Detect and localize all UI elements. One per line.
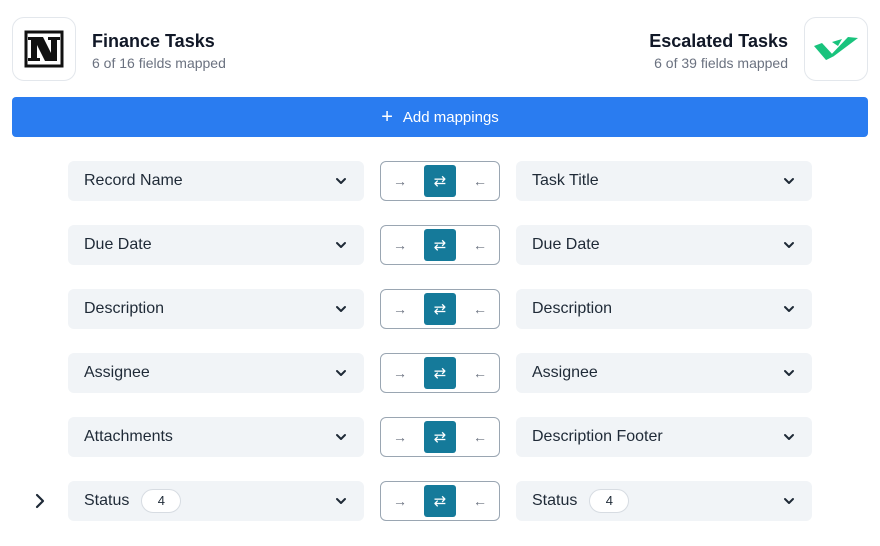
arrow-left-icon[interactable]: ← xyxy=(464,421,496,453)
chevron-down-icon xyxy=(782,366,796,380)
source-field-select[interactable]: Assignee xyxy=(68,353,364,393)
sync-direction-toggle: → ⇄ ← xyxy=(380,289,500,329)
chevron-down-icon xyxy=(782,302,796,316)
source-field-label: Assignee xyxy=(84,364,150,381)
right-app-status: 6 of 39 fields mapped xyxy=(654,55,788,71)
chevron-down-icon xyxy=(782,238,796,252)
chevron-down-icon xyxy=(782,174,796,188)
finance-tasks-logo xyxy=(12,17,76,81)
option-count-badge: 4 xyxy=(589,489,630,513)
right-app-info: Escalated Tasks 6 of 39 fields mapped xyxy=(649,30,788,72)
mapping-row: Record Name → ⇄ ← Task Title xyxy=(0,161,880,225)
source-field-select[interactable]: Attachments xyxy=(68,417,364,457)
plus-icon: + xyxy=(381,106,393,128)
sync-direction-toggle: → ⇄ ← xyxy=(380,353,500,393)
escalated-tasks-logo xyxy=(804,17,868,81)
source-field-select[interactable]: Description xyxy=(68,289,364,329)
arrow-left-icon[interactable]: ← xyxy=(464,293,496,325)
source-field-label: Attachments xyxy=(84,428,173,445)
target-field-select[interactable]: Description xyxy=(516,289,812,329)
sync-direction-toggle: → ⇄ ← xyxy=(380,417,500,457)
two-way-sync-icon[interactable]: ⇄ xyxy=(424,421,456,453)
arrow-right-icon[interactable]: → xyxy=(384,165,416,197)
target-field-select[interactable]: Description Footer xyxy=(516,417,812,457)
arrow-right-icon[interactable]: → xyxy=(384,357,416,389)
mapping-row: Due Date → ⇄ ← Due Date xyxy=(0,225,880,289)
chevron-down-icon xyxy=(334,238,348,252)
mapping-row: Attachments → ⇄ ← Description Footer xyxy=(0,417,880,481)
arrow-right-icon[interactable]: → xyxy=(384,293,416,325)
right-app-name: Escalated Tasks xyxy=(649,31,788,51)
notion-logo-icon xyxy=(24,30,64,68)
target-field-label: Description xyxy=(532,300,613,317)
chevron-down-icon xyxy=(782,494,796,508)
target-field-select[interactable]: Task Title xyxy=(516,161,812,201)
sync-direction-toggle: → ⇄ ← xyxy=(380,161,500,201)
target-field-label: Status xyxy=(532,492,578,509)
add-mappings-label: Add mappings xyxy=(402,108,499,126)
arrow-left-icon[interactable]: ← xyxy=(464,357,496,389)
arrow-right-icon[interactable]: → xyxy=(384,229,416,261)
source-field-label: Status xyxy=(84,492,130,509)
field-mapping-list: Record Name → ⇄ ← Task Title Due Date → ⇄ ← Due D… xyxy=(0,161,880,545)
source-field-select[interactable]: Status 4 xyxy=(68,481,364,521)
mapping-header: Finance Tasks 6 of 16 fields mapped Esca… xyxy=(0,0,880,90)
two-way-sync-icon[interactable]: ⇄ xyxy=(424,485,456,517)
two-way-sync-icon[interactable]: ⇄ xyxy=(424,229,456,261)
two-way-sync-icon[interactable]: ⇄ xyxy=(424,165,456,197)
left-app-name: Finance Tasks xyxy=(92,31,215,51)
source-field-label: Due Date xyxy=(84,236,152,253)
arrow-left-icon[interactable]: ← xyxy=(464,485,496,517)
checkmark-logo-icon xyxy=(814,37,858,60)
left-app-status: 6 of 16 fields mapped xyxy=(92,55,226,71)
arrow-left-icon[interactable]: ← xyxy=(464,165,496,197)
chevron-down-icon xyxy=(334,430,348,444)
arrow-left-icon[interactable]: ← xyxy=(464,229,496,261)
sync-direction-toggle: → ⇄ ← xyxy=(380,481,500,521)
source-field-label: Description xyxy=(84,300,165,317)
two-way-sync-icon[interactable]: ⇄ xyxy=(424,357,456,389)
chevron-down-icon xyxy=(782,430,796,444)
target-field-label: Due Date xyxy=(532,236,600,253)
mapping-row: Status 4 → ⇄ ← Status 4 xyxy=(0,481,880,545)
source-field-select[interactable]: Due Date xyxy=(68,225,364,265)
mapping-row: Assignee → ⇄ ← Assignee xyxy=(0,353,880,417)
left-app-info: Finance Tasks 6 of 16 fields mapped xyxy=(92,30,226,72)
target-field-select[interactable]: Status 4 xyxy=(516,481,812,521)
chevron-right-icon[interactable] xyxy=(32,493,48,509)
chevron-down-icon xyxy=(334,366,348,380)
arrow-right-icon[interactable]: → xyxy=(384,485,416,517)
source-field-label: Record Name xyxy=(84,172,183,189)
add-mappings-button[interactable]: + Add mappings xyxy=(12,97,868,137)
target-field-select[interactable]: Assignee xyxy=(516,353,812,393)
chevron-down-icon xyxy=(334,174,348,188)
mapping-row: Description → ⇄ ← Description xyxy=(0,289,880,353)
chevron-down-icon xyxy=(334,302,348,316)
target-field-label: Task Title xyxy=(532,172,599,189)
target-field-select[interactable]: Due Date xyxy=(516,225,812,265)
target-field-label: Assignee xyxy=(532,364,598,381)
arrow-right-icon[interactable]: → xyxy=(384,421,416,453)
sync-direction-toggle: → ⇄ ← xyxy=(380,225,500,265)
target-field-label: Description Footer xyxy=(532,428,663,445)
option-count-badge: 4 xyxy=(141,489,182,513)
source-field-select[interactable]: Record Name xyxy=(68,161,364,201)
chevron-down-icon xyxy=(334,494,348,508)
two-way-sync-icon[interactable]: ⇄ xyxy=(424,293,456,325)
